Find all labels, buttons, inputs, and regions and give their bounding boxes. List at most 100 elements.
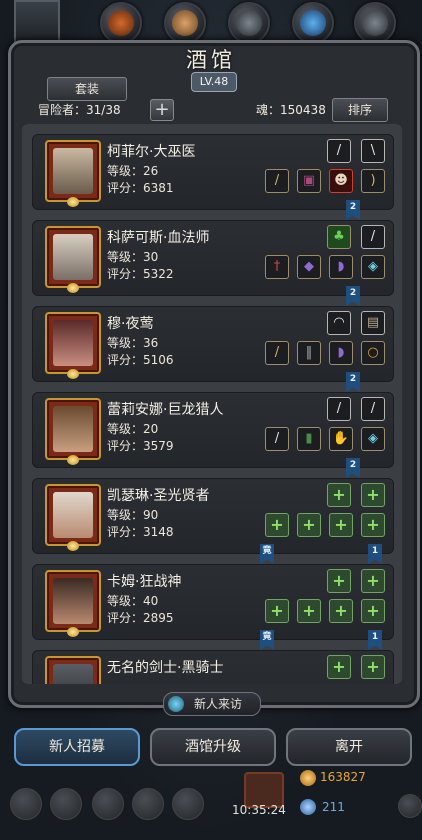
horn-icon[interactable]: ◠ xyxy=(327,311,351,335)
add-equipment-icon[interactable]: + xyxy=(327,483,351,507)
amulet-icon[interactable]: ◈ xyxy=(361,427,385,451)
spear-icon[interactable]: \ xyxy=(361,139,385,163)
arena-ribbon: 竟 xyxy=(260,544,274,564)
glove-icon[interactable]: ◗ xyxy=(329,341,353,365)
add-equipment-icon[interactable]: + xyxy=(265,599,289,623)
skull-icon[interactable]: ☻ xyxy=(329,169,353,193)
new-visitor-button[interactable]: 新人来访 xyxy=(163,692,261,716)
herb-icon[interactable]: ♣ xyxy=(327,225,351,249)
star-ribbon: 2 xyxy=(346,372,360,392)
scroll-icon[interactable] xyxy=(164,2,206,44)
hero-list[interactable]: 柯菲尔·大巫医 等级：26 评分：6381 / \ / ▣ ☻ ) 2 科萨可斯… xyxy=(22,124,402,684)
star-ribbon: 2 xyxy=(346,286,360,306)
hero-card[interactable]: 凯瑟琳·圣光贤者 等级：90 评分：3148 + + + + + + xyxy=(32,478,394,554)
hero-level: 等级：90 xyxy=(107,508,159,522)
hero-portrait xyxy=(45,570,101,637)
adventurer-count: 冒险者：31/38 xyxy=(38,103,121,117)
clock-display: 10:35:24 xyxy=(232,803,286,817)
hero-name: 柯菲尔·大巫医 xyxy=(107,144,196,160)
star-ribbon: 2 xyxy=(346,200,360,220)
sort-button[interactable]: 排序 xyxy=(332,98,388,122)
cloak-icon[interactable]: ▮ xyxy=(297,427,321,451)
arrow-icon[interactable]: / xyxy=(265,427,289,451)
bag-icon[interactable] xyxy=(50,788,82,820)
hero-portrait xyxy=(45,484,101,551)
hero-name: 卡姆·狂战神 xyxy=(107,574,182,590)
mail-icon[interactable] xyxy=(172,788,204,820)
wand-icon[interactable]: / xyxy=(265,169,289,193)
add-equipment-icon[interactable]: + xyxy=(361,569,385,593)
hero-level: 等级：20 xyxy=(107,422,159,436)
add-equipment-icon[interactable]: + xyxy=(297,599,321,623)
armor-icon[interactable]: ▣ xyxy=(297,169,321,193)
dagger-icon[interactable]: / xyxy=(265,341,289,365)
add-equipment-icon[interactable]: + xyxy=(361,655,385,679)
hero-card[interactable]: 科萨可斯·血法师 等级：30 评分：5322 ♣ / † ◆ ◗ ◈ xyxy=(32,220,394,296)
quest-icon[interactable] xyxy=(132,788,164,820)
set-button[interactable]: 套装 xyxy=(47,77,127,101)
add-equipment-icon[interactable]: + xyxy=(327,569,351,593)
hero-card[interactable]: 卡姆·狂战神 等级：40 评分：2895 + + + + + + xyxy=(32,564,394,640)
fire-orb-icon[interactable] xyxy=(100,2,142,44)
staff-icon[interactable]: / xyxy=(327,139,351,163)
add-equipment-icon[interactable]: + xyxy=(329,513,353,537)
hero-level: 等级：36 xyxy=(107,336,159,350)
add-slot-button[interactable]: + xyxy=(150,99,174,121)
gold-amount: 163827 xyxy=(320,770,366,784)
hero-icon[interactable] xyxy=(92,788,124,820)
mace-icon[interactable]: † xyxy=(265,255,289,279)
hero-name: 无名的剑士·黑骑士 xyxy=(107,660,224,676)
blade-icon[interactable]: / xyxy=(361,397,385,421)
top-icon-strip xyxy=(0,0,422,48)
level-badge: LV.48 xyxy=(191,72,237,92)
hero-portrait xyxy=(45,656,101,684)
soul-counter: 魂：150438 xyxy=(256,103,326,117)
bow-icon[interactable]: ) xyxy=(361,169,385,193)
hero-score: 评分：3579 xyxy=(107,439,174,453)
add-currency-icon[interactable] xyxy=(398,794,422,818)
leave-button[interactable]: 离开 xyxy=(286,728,412,766)
add-equipment-icon[interactable]: + xyxy=(265,513,289,537)
hero-level: 等级：26 xyxy=(107,164,159,178)
claw-icon[interactable]: ‖ xyxy=(297,341,321,365)
chest-armor-icon[interactable]: ▤ xyxy=(361,311,385,335)
bracer-icon[interactable]: ◆ xyxy=(297,255,321,279)
hero-level: 等级：30 xyxy=(107,250,159,264)
visitor-icon xyxy=(168,696,184,712)
crossbow-icon[interactable]: / xyxy=(327,397,351,421)
add-equipment-icon[interactable]: + xyxy=(361,483,385,507)
upgrade-tavern-button[interactable]: 酒馆升级 xyxy=(150,728,276,766)
hero-card[interactable]: 穆·夜莺 等级：36 评分：5106 ◠ ▤ / ‖ ◗ ○ xyxy=(32,306,394,382)
anvil-icon[interactable] xyxy=(354,2,396,44)
panel-title: 酒馆 xyxy=(186,48,236,72)
add-equipment-icon[interactable]: + xyxy=(327,655,351,679)
hero-portrait xyxy=(45,226,101,293)
hero-card[interactable]: 蕾莉安娜·巨龙猎人 等级：20 评分：3579 / / / ▮ ✋ ◈ xyxy=(32,392,394,468)
helmet-icon[interactable] xyxy=(228,2,270,44)
gold-coin-icon xyxy=(300,770,316,786)
hero-card[interactable]: 柯菲尔·大巫医 等级：26 评分：6381 / \ / ▣ ☻ ) xyxy=(32,134,394,210)
crystal-icon[interactable] xyxy=(292,2,334,44)
add-equipment-icon[interactable]: + xyxy=(361,599,385,623)
ring-icon[interactable]: ○ xyxy=(361,341,385,365)
hero-level: 等级：40 xyxy=(107,594,159,608)
boots-icon[interactable]: ◗ xyxy=(329,255,353,279)
gauntlet-icon[interactable]: ✋ xyxy=(329,427,353,451)
hero-portrait xyxy=(45,398,101,465)
add-equipment-icon[interactable]: + xyxy=(329,599,353,623)
hero-name: 蕾莉安娜·巨龙猎人 xyxy=(107,402,224,418)
hero-name: 科萨可斯·血法师 xyxy=(107,230,210,246)
hero-name: 凯瑟琳·圣光贤者 xyxy=(107,488,210,504)
add-equipment-icon[interactable]: + xyxy=(297,513,321,537)
hero-portrait xyxy=(45,312,101,379)
sword-icon[interactable]: / xyxy=(361,225,385,249)
add-equipment-icon[interactable]: + xyxy=(361,513,385,537)
menu-icon[interactable] xyxy=(10,788,42,820)
hero-card[interactable]: 无名的剑士·黑骑士 + + xyxy=(32,650,394,684)
arena-ribbon: 竟 xyxy=(260,630,274,650)
gem-icon[interactable]: ◈ xyxy=(361,255,385,279)
star-ribbon: 2 xyxy=(346,458,360,478)
recruit-button[interactable]: 新人招募 xyxy=(14,728,140,766)
hero-score: 评分：6381 xyxy=(107,181,174,195)
star-ribbon: 1 xyxy=(368,544,382,564)
